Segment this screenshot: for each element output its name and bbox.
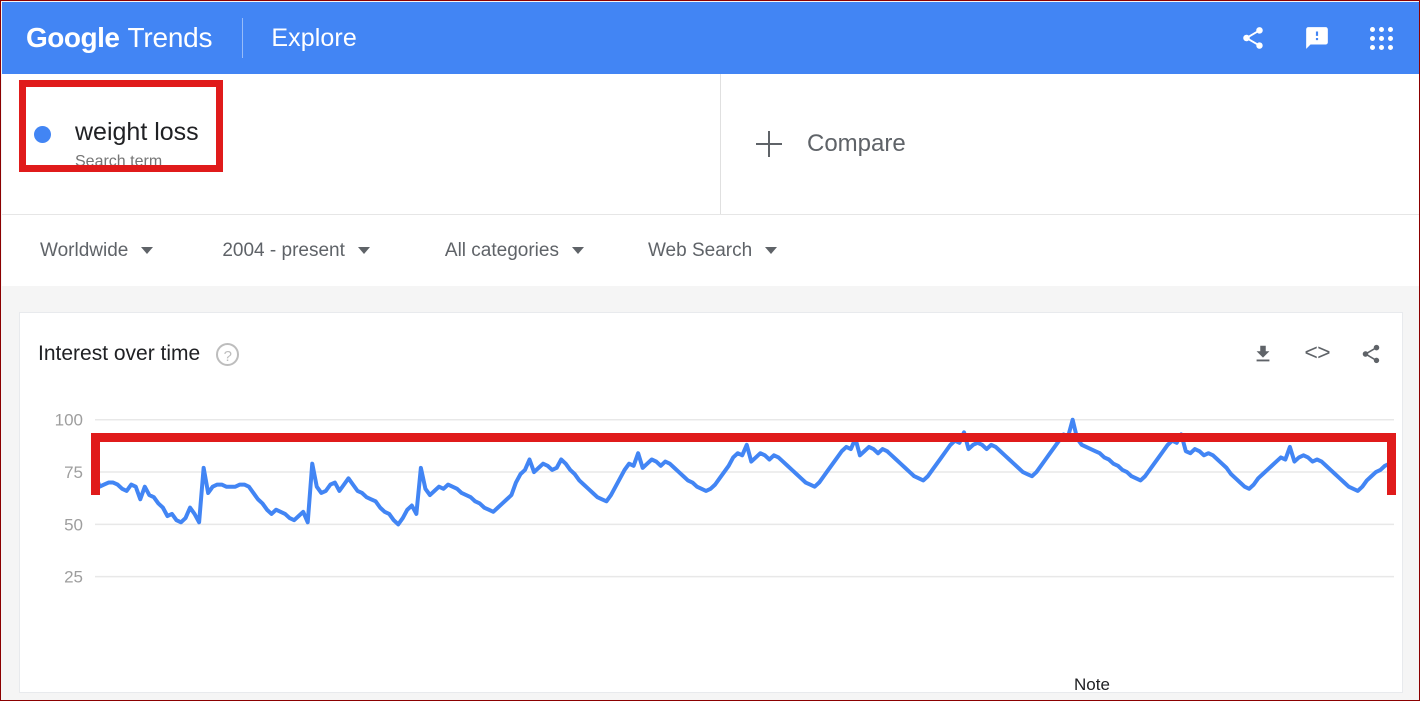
add-comparison-button[interactable]: Compare bbox=[756, 130, 906, 158]
app-header: Google Trends Explore bbox=[2, 2, 1419, 74]
share-chart-icon[interactable] bbox=[1358, 341, 1384, 367]
download-csv-icon[interactable] bbox=[1250, 341, 1276, 367]
interest-over-time-plot[interactable]: 25 50 75 100 bbox=[20, 395, 1402, 692]
series-color-dot bbox=[34, 126, 51, 143]
feedback-icon[interactable] bbox=[1300, 21, 1334, 55]
page-title: Explore bbox=[271, 23, 357, 52]
time-range-filter[interactable]: 2004 - present bbox=[222, 240, 370, 262]
chevron-down-icon bbox=[571, 247, 584, 254]
search-term-subtitle: Search term bbox=[75, 153, 163, 170]
embed-code-icon[interactable]: <> bbox=[1304, 341, 1331, 367]
filters-bar: Worldwide 2004 - present All categories … bbox=[2, 214, 1419, 286]
category-filter-label: All categories bbox=[444, 239, 559, 261]
search-term-title: weight loss bbox=[75, 118, 199, 146]
chevron-down-icon bbox=[357, 247, 370, 254]
apps-grid-dots bbox=[1369, 26, 1393, 50]
help-icon[interactable]: ? bbox=[216, 342, 240, 366]
chevron-down-icon bbox=[141, 247, 154, 254]
location-filter-label: Worldwide bbox=[40, 239, 129, 261]
search-terms-row: weight loss Search term Compare bbox=[2, 74, 1419, 214]
google-trends-explore-page: Google Trends Explore weight loss Search… bbox=[0, 0, 1420, 701]
header-divider bbox=[242, 18, 244, 58]
brand-google-text: Google bbox=[26, 22, 120, 53]
compare-cell[interactable]: Compare bbox=[721, 74, 1419, 214]
chart-card-header: Interest over time ? <> bbox=[20, 313, 1402, 395]
google-trends-logo[interactable]: Google Trends bbox=[26, 22, 213, 54]
svg-text:25: 25 bbox=[64, 568, 83, 587]
svg-text:100: 100 bbox=[55, 411, 83, 430]
chart-actions: <> bbox=[1250, 341, 1384, 367]
plus-icon bbox=[756, 131, 782, 157]
search-term-content: weight loss Search term bbox=[34, 117, 199, 171]
chart-gridlines bbox=[95, 418, 1394, 578]
chevron-down-icon bbox=[765, 247, 778, 254]
time-range-filter-label: 2004 - present bbox=[222, 239, 345, 261]
compare-label: Compare bbox=[807, 130, 906, 157]
search-term-card[interactable]: weight loss Search term bbox=[2, 74, 721, 214]
search-type-filter[interactable]: Web Search bbox=[647, 239, 778, 262]
chart-y-axis-labels: 25 50 75 100 bbox=[55, 411, 83, 587]
svg-text:75: 75 bbox=[64, 463, 83, 482]
interest-over-time-card: Interest over time ? <> 25 50 75 100 Not… bbox=[19, 312, 1403, 693]
svg-text:50: 50 bbox=[64, 515, 83, 534]
chart-svg: 25 50 75 100 bbox=[55, 411, 1396, 587]
category-filter[interactable]: All categories bbox=[445, 240, 584, 262]
search-term-texts: weight loss Search term bbox=[75, 117, 199, 171]
chart-title: Interest over time bbox=[38, 342, 201, 365]
chart-note-label: Note bbox=[1074, 675, 1110, 693]
apps-grid-icon[interactable] bbox=[1364, 21, 1398, 55]
brand-trends-text: Trends bbox=[127, 22, 213, 53]
content-gap bbox=[2, 286, 1419, 312]
location-filter[interactable]: Worldwide bbox=[40, 239, 154, 262]
share-icon[interactable] bbox=[1236, 21, 1270, 55]
search-type-filter-label: Web Search bbox=[647, 239, 753, 261]
header-actions bbox=[1236, 21, 1398, 55]
